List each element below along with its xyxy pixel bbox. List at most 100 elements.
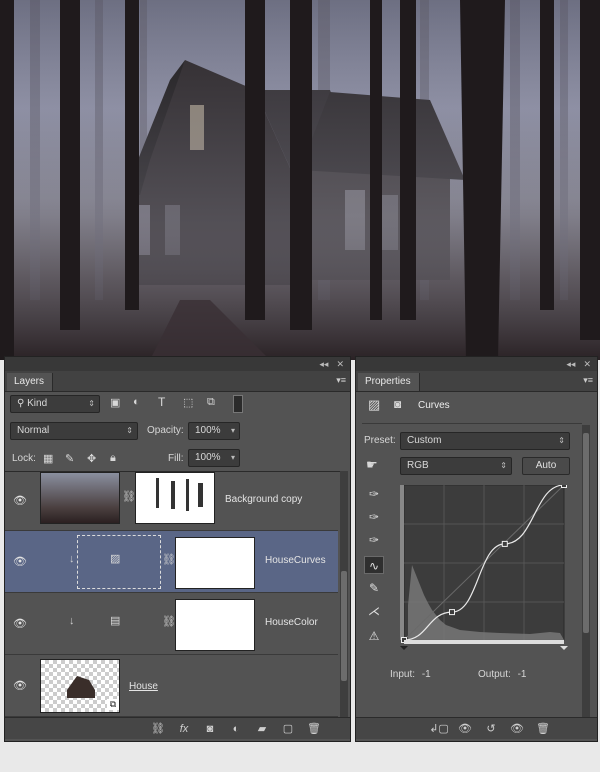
white-point-eyedropper-icon[interactable]: ✑ — [364, 531, 384, 549]
layers-scrollbar[interactable] — [340, 471, 348, 717]
input-gradient-bar — [404, 640, 564, 644]
close-icon[interactable]: ✕ — [583, 359, 591, 370]
toggle-visibility-icon[interactable]: 👁︎ — [504, 722, 530, 735]
auto-button[interactable]: Auto — [522, 457, 570, 475]
collapse-icon[interactable]: ◂◂ — [319, 359, 328, 370]
link-icon[interactable]: ⛓︎ — [162, 553, 176, 566]
pencil-draw-icon[interactable]: ✎ — [364, 579, 384, 597]
fx-icon[interactable]: fx — [171, 723, 197, 735]
layer-name[interactable]: House — [129, 681, 158, 692]
layer-row-background-copy[interactable]: 👁︎ ⛓︎ Background copy — [5, 472, 338, 531]
new-group-folder-icon[interactable]: ▰ — [249, 722, 275, 735]
visibility-eye-icon[interactable]: 👁︎ — [13, 617, 27, 630]
layer-name[interactable]: HouseColor — [265, 617, 318, 628]
layers-scrollbar-thumb[interactable] — [341, 571, 347, 681]
layer-name[interactable]: Background copy — [225, 494, 302, 505]
curve-control-point[interactable] — [561, 485, 567, 488]
visibility-eye-icon[interactable]: 👁︎ — [13, 555, 27, 568]
mask-thumbnail — [175, 537, 255, 589]
hue-saturation-icon: ▤ — [110, 615, 121, 627]
preset-value: Custom — [407, 435, 442, 446]
clipping-warning-icon[interactable]: ⚠ — [364, 627, 384, 645]
new-adjustment-icon[interactable]: ◐ — [223, 723, 249, 735]
curve-control-point[interactable] — [449, 609, 455, 616]
output-value: -1 — [517, 669, 527, 680]
close-icon[interactable]: ✕ — [336, 359, 344, 370]
filter-kind-label: Kind — [27, 398, 48, 409]
lock-transparency-icon[interactable]: ▦ — [43, 452, 53, 465]
mask-icon[interactable]: ◙ — [394, 397, 401, 411]
trash-icon[interactable]: 🗑︎ — [301, 722, 327, 735]
lock-all-icon[interactable]: 🔒︎ — [110, 452, 116, 465]
lock-brush-icon[interactable]: ✎ — [65, 452, 74, 465]
link-icon[interactable]: ⛓︎ — [122, 490, 136, 503]
filter-toggle[interactable] — [233, 395, 243, 413]
link-layers-icon[interactable]: ⛓︎ — [145, 722, 171, 735]
opacity-input[interactable]: 100% ▾ — [188, 422, 240, 440]
layers-tab-row: Layers ▾≡ — [5, 371, 350, 392]
panel-menu-icon[interactable]: ▾≡ — [336, 375, 346, 386]
panel-menu-icon[interactable]: ▾≡ — [583, 375, 593, 386]
add-mask-icon[interactable]: ◙ — [197, 723, 223, 735]
preset-label: Preset: — [364, 435, 396, 446]
trash-icon[interactable]: 🗑︎ — [530, 722, 556, 735]
layer-thumbnail — [40, 472, 120, 524]
tab-layers[interactable]: Layers — [7, 373, 54, 391]
spinner-icon: ⇕ — [558, 436, 565, 445]
channel-select[interactable]: RGB ⇕ — [400, 457, 512, 475]
filter-adjustment-icon[interactable]: ◐ — [133, 396, 140, 408]
clip-arrow-icon: ↓ — [69, 553, 75, 565]
curve-control-point[interactable] — [501, 540, 508, 547]
curves-graph[interactable] — [400, 485, 570, 653]
filter-smart-object-icon[interactable]: ⧉ — [207, 396, 215, 409]
curve-edit-points-icon[interactable]: ∿ — [364, 556, 384, 574]
clip-to-layer-icon[interactable]: ↲▢ — [426, 722, 452, 735]
lock-move-icon[interactable]: ✥ — [87, 452, 96, 465]
fill-input[interactable]: 100% ▾ — [188, 449, 240, 467]
reset-icon[interactable]: ↺ — [478, 722, 504, 735]
link-icon[interactable]: ⛓︎ — [162, 615, 176, 628]
visibility-eye-icon[interactable]: 👁︎ — [13, 494, 27, 507]
layer-row-house-curves[interactable]: 👁︎ ↓ ▨ ⛓︎ HouseCurves — [5, 531, 338, 593]
properties-panel: ◂◂ ✕ Properties ▾≡ ▨ ◙ Curves Preset: Cu… — [355, 356, 598, 742]
blend-mode-select[interactable]: Normal ⇕ — [10, 422, 138, 440]
properties-scrollbar-thumb[interactable] — [583, 433, 589, 633]
new-layer-icon[interactable]: ▢ — [275, 722, 301, 735]
properties-panel-topbar: ◂◂ ✕ — [356, 357, 597, 371]
visibility-eye-icon[interactable]: 👁︎ — [13, 679, 27, 692]
filter-pixel-icon[interactable]: ▣ — [110, 396, 120, 409]
dropdown-arrow-icon[interactable]: ▾ — [231, 450, 235, 466]
filter-type-icon[interactable]: T — [158, 395, 165, 409]
white-slider-handle — [560, 646, 568, 650]
properties-bottom-toolbar: ↲▢ 👁︎ ↺ 👁︎ 🗑︎ — [356, 717, 597, 739]
output-gradient-bar — [400, 485, 404, 640]
properties-scrollbar[interactable] — [582, 425, 590, 717]
collapse-icon[interactable]: ◂◂ — [566, 359, 575, 370]
filter-shape-icon[interactable]: ⬚ — [183, 396, 193, 409]
mask-pattern — [156, 478, 203, 511]
divider — [362, 423, 582, 424]
black-point-eyedropper-icon[interactable]: ✑ — [364, 485, 384, 503]
spinner-icon: ⇕ — [88, 399, 95, 408]
input-value: -1 — [421, 669, 431, 680]
fill-value: 100% — [195, 452, 221, 463]
dropdown-arrow-icon[interactable]: ▾ — [231, 423, 235, 439]
blend-mode-value: Normal — [17, 425, 50, 436]
layer-row-house-color[interactable]: 👁︎ ↓ ▤ ⛓︎ HouseColor — [5, 593, 338, 655]
layer-row-house[interactable]: 👁︎ ⧉ House — [5, 655, 338, 717]
canvas-photo — [0, 0, 600, 360]
curves-adjustment-icon: ▨ — [110, 553, 121, 565]
opacity-value: 100% — [195, 425, 221, 436]
view-previous-icon[interactable]: 👁︎ — [452, 722, 478, 735]
layers-panel-topbar: ◂◂ ✕ — [5, 357, 350, 371]
layer-name[interactable]: HouseCurves — [265, 555, 326, 566]
gray-point-eyedropper-icon[interactable]: ✑ — [364, 508, 384, 526]
smooth-curve-icon[interactable]: ⋌ — [364, 602, 384, 620]
curves-icon: ▨ — [368, 397, 381, 412]
output-label-text: Output: — [478, 669, 511, 680]
preset-select[interactable]: Custom ⇕ — [400, 432, 570, 450]
filter-kind-select[interactable]: ⚲ Kind ⇕ — [10, 395, 100, 413]
tab-properties[interactable]: Properties — [358, 373, 420, 391]
on-image-adjust-hand-icon[interactable]: ☛ — [366, 457, 378, 473]
spinner-icon: ⇕ — [500, 461, 507, 470]
